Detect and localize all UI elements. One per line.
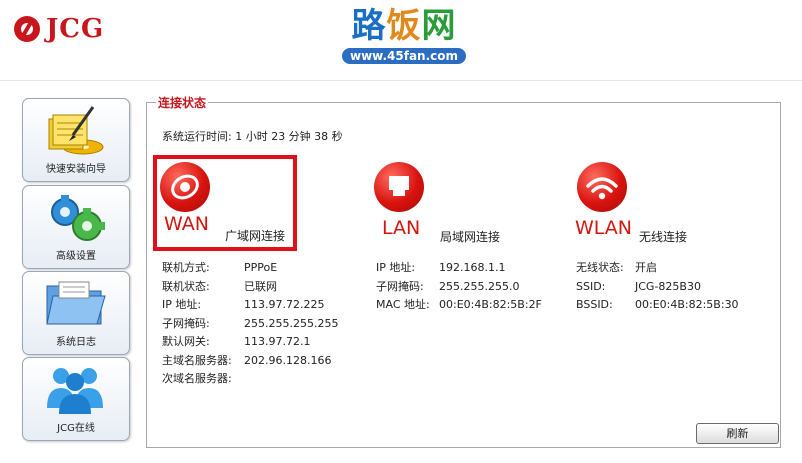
lan-caption: 局域网连接	[440, 230, 501, 244]
panel-title: 连接状态	[156, 94, 209, 111]
info-row: BSSID: 00:E0:4B:82:5B:30	[576, 298, 739, 311]
setup-wizard-icon	[48, 106, 104, 155]
sidebar-item-label: 高级设置	[56, 251, 96, 262]
info-row: 联机方式: PPPoE	[162, 261, 278, 274]
info-row: IP 地址: 192.168.1.1	[376, 261, 506, 274]
lan-info: IP 地址: 192.168.1.1 子网掩码: 255.255.255.0 MAC…	[376, 259, 542, 315]
refresh-button[interactable]: 刷新	[696, 423, 779, 444]
info-row: 默认网关: 113.97.72.1	[162, 335, 311, 348]
sidebar-item-jcg-online[interactable]: JCG在线	[22, 357, 130, 441]
wlan-info: 无线状态: 开启 SSID: JCG-825B30 BSSID: 00:E0:4B:8…	[576, 259, 739, 315]
site-url: www.45fan.com	[341, 48, 467, 64]
wlan-title: WLAN	[575, 217, 633, 239]
header-divider	[0, 80, 802, 81]
wan-info: 联机方式: PPPoE 联机状态: 已联网 IP 地址: 113.97.72.225 …	[162, 259, 338, 389]
site-watermark: 路饭网 www.45fan.com	[334, 6, 474, 64]
sidebar-item-label: JCG在线	[57, 423, 95, 434]
info-row: 子网掩码: 255.255.255.255	[162, 316, 339, 330]
gears-icon	[51, 195, 105, 241]
sidebar-item-label: 快速安装向导	[46, 164, 106, 175]
info-row: 主域名服务器: 202.96.128.166	[162, 353, 332, 367]
sidebar-item-setup-wizard[interactable]: 快速安装向导	[22, 98, 130, 182]
info-row: IP 地址: 113.97.72.225	[162, 298, 325, 311]
info-row: 次域名服务器:	[162, 372, 232, 385]
wlan-caption: 无线连接	[639, 230, 688, 244]
lan-port-icon	[374, 162, 424, 212]
jcg-logo: JCG	[14, 14, 104, 44]
users-icon	[47, 368, 103, 414]
sidebar-item-label: 系统日志	[56, 337, 96, 348]
sidebar-item-advanced-settings[interactable]: 高级设置	[22, 185, 130, 269]
wan-highlight-box	[153, 155, 297, 251]
system-uptime: 系统运行时间: 1 小时 23 分钟 38 秒	[162, 130, 343, 143]
site-name: 路饭网	[351, 6, 457, 46]
info-row: 子网掩码: 255.255.255.0	[376, 279, 520, 293]
info-row: 无线状态: 开启	[576, 261, 657, 274]
info-row: 联机状态: 已联网	[162, 279, 277, 293]
sidebar-item-system-log[interactable]: 系统日志	[22, 271, 130, 355]
info-row: MAC 地址: 00:E0:4B:82:5B:2F	[376, 298, 542, 311]
jcg-logo-icon	[14, 16, 40, 42]
brand-name: JCG	[46, 14, 105, 44]
folder-icon	[46, 281, 106, 325]
info-row: SSID: JCG-825B30	[576, 279, 701, 293]
lan-title: LAN	[382, 217, 421, 239]
wlan-wifi-icon	[577, 162, 627, 212]
